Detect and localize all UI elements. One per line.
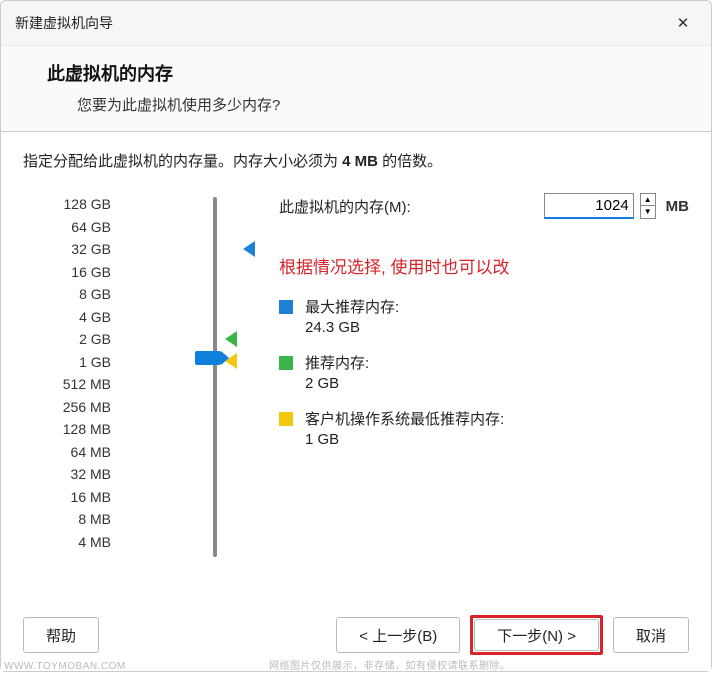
green-square-icon [279,356,293,370]
desc-prefix: 指定分配给此虚拟机的内存量。内存大小必须为 [23,153,342,170]
page-subtitle: 您要为此虚拟机使用多少内存? [47,94,691,115]
scale-label: 8 MB [78,508,111,531]
recommended-value: 2 GB [305,375,689,392]
scale-label: 64 MB [71,441,111,464]
memory-info: 此虚拟机的内存(M): ▲ ▼ MB 根据情况选择, 使用时也可以改 最大推荐内… [189,193,689,464]
scale-label: 32 GB [71,238,111,261]
memory-label: 此虚拟机的内存(M): [279,196,544,217]
close-button[interactable]: ✕ [669,9,697,37]
watermark: WWW.TOYMOBAN.COM 网络图片仅供展示，非存储，如有侵权请联系删除。 [4,657,510,672]
titlebar: 新建虚拟机向导 ✕ [1,1,711,46]
memory-row: 128 GB 64 GB 32 GB 16 GB 8 GB 4 GB 2 GB … [23,193,689,553]
wizard-window: 新建虚拟机向导 ✕ 此虚拟机的内存 您要为此虚拟机使用多少内存? 指定分配给此虚… [0,0,712,672]
annotation-text: 根据情况选择, 使用时也可以改 [279,253,689,278]
min-recommended-value: 1 GB [305,431,689,448]
recommended-row: 推荐内存: [279,352,689,373]
close-icon: ✕ [677,14,690,32]
spinner-down-icon[interactable]: ▼ [641,206,655,218]
min-recommended-row: 客户机操作系统最低推荐内存: [279,408,689,429]
recommended-marker-icon [225,331,237,347]
wizard-header: 此虚拟机的内存 您要为此虚拟机使用多少内存? [1,46,711,131]
description: 指定分配给此虚拟机的内存量。内存大小必须为 4 MB 的倍数。 [23,150,689,171]
memory-spinner[interactable]: ▲ ▼ [640,193,656,219]
scale-label: 2 GB [79,328,111,351]
memory-input-wrap: ▲ ▼ MB [544,193,689,219]
blue-square-icon [279,300,293,314]
scale-label: 128 MB [63,418,111,441]
desc-bold: 4 MB [342,153,378,170]
back-button[interactable]: < 上一步(B) [336,617,460,653]
next-button-highlight: 下一步(N) > [470,615,603,655]
wizard-body: 指定分配给此虚拟机的内存量。内存大小必须为 4 MB 的倍数。 128 GB 6… [1,132,711,603]
min-recommended-label: 客户机操作系统最低推荐内存: [305,408,504,429]
scale-label: 16 MB [71,486,111,509]
memory-input-row: 此虚拟机的内存(M): ▲ ▼ MB [279,193,689,219]
scale-label: 8 GB [79,283,111,306]
memory-input[interactable] [544,193,634,219]
cancel-button[interactable]: 取消 [613,617,689,653]
memory-scale: 128 GB 64 GB 32 GB 16 GB 8 GB 4 GB 2 GB … [23,193,117,553]
yellow-square-icon [279,412,293,426]
max-recommended-label: 最大推荐内存: [305,296,399,317]
scale-label: 32 MB [71,463,111,486]
max-recommended-value: 24.3 GB [305,319,689,336]
recommended-label: 推荐内存: [305,352,369,373]
max-recommended-marker-icon [243,241,255,257]
spinner-up-icon[interactable]: ▲ [641,194,655,206]
page-title: 此虚拟机的内存 [47,60,691,86]
max-recommended-row: 最大推荐内存: [279,296,689,317]
scale-label: 1 GB [79,351,111,374]
slider-track [213,197,217,557]
next-button[interactable]: 下一步(N) > [474,619,599,651]
scale-label: 4 MB [78,531,111,554]
scale-label: 64 GB [71,216,111,239]
memory-unit: MB [666,198,689,215]
scale-label: 4 GB [79,306,111,329]
window-title: 新建虚拟机向导 [15,13,113,33]
watermark-site: WWW.TOYMOBAN.COM [4,661,126,672]
slider-thumb[interactable] [195,351,221,365]
scale-label: 128 GB [64,193,111,216]
scale-label: 16 GB [71,261,111,284]
watermark-note: 网络图片仅供展示，非存储，如有侵权请联系删除。 [269,661,511,672]
scale-label: 256 MB [63,396,111,419]
help-button[interactable]: 帮助 [23,617,99,653]
desc-suffix: 的倍数。 [378,153,442,170]
scale-label: 512 MB [63,373,111,396]
